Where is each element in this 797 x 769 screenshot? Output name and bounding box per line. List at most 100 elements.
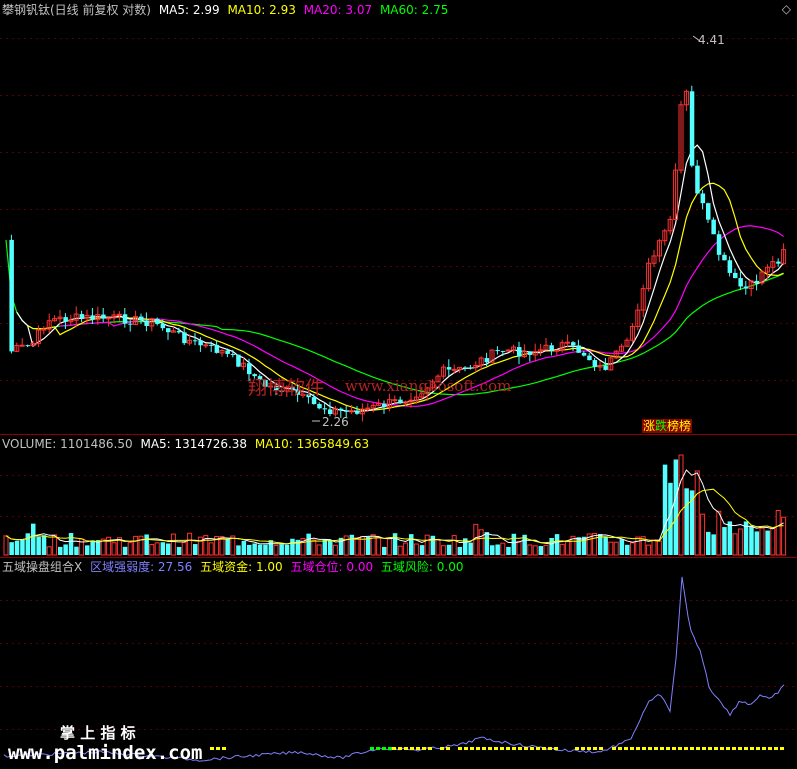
candle-body bbox=[727, 260, 733, 273]
candle-body bbox=[722, 254, 727, 261]
candle-body bbox=[355, 410, 360, 414]
signal-dot bbox=[654, 747, 658, 750]
volume-bar bbox=[20, 539, 25, 555]
candle-body bbox=[230, 353, 236, 355]
volume-bar bbox=[662, 464, 668, 555]
watermark-bottom-url: www.palmindex.com bbox=[8, 742, 203, 764]
volume-bar bbox=[376, 536, 382, 556]
signal-dot bbox=[470, 747, 474, 750]
ma5-polyline bbox=[16, 144, 785, 412]
volume-bar bbox=[170, 533, 176, 556]
signal-dot bbox=[542, 747, 546, 750]
volume-bar bbox=[506, 546, 511, 555]
watermark-bottom-cn: 掌 上 指 标 bbox=[60, 724, 136, 742]
volume-bar bbox=[706, 531, 711, 555]
volume-bar bbox=[306, 533, 311, 555]
candle-body bbox=[166, 328, 171, 333]
signal-dot bbox=[732, 747, 736, 750]
candle-body bbox=[176, 330, 182, 333]
candle-body bbox=[398, 399, 403, 404]
candle-body bbox=[155, 318, 160, 324]
volume-bar bbox=[419, 545, 425, 555]
signal-dot bbox=[506, 747, 510, 750]
volume-bar bbox=[613, 541, 619, 556]
volume-bar bbox=[559, 543, 565, 556]
volume-bar bbox=[592, 532, 598, 556]
volume-bar bbox=[41, 535, 47, 555]
volume-bar bbox=[31, 523, 36, 555]
volume-bar bbox=[236, 545, 241, 555]
signal-dot bbox=[648, 747, 652, 750]
signal-dot bbox=[512, 747, 516, 750]
volume-bar bbox=[3, 535, 9, 556]
volume-bar bbox=[365, 536, 371, 555]
signal-dot bbox=[593, 747, 597, 750]
volume-bar bbox=[187, 532, 193, 556]
candle-body bbox=[19, 344, 25, 347]
signal-dot bbox=[210, 747, 214, 750]
candle-body bbox=[25, 345, 31, 347]
diamond-icon[interactable]: ◇ bbox=[782, 2, 791, 16]
candle-body bbox=[527, 351, 533, 355]
stock-title: 攀钢钒钛(日线 前复权 对数) bbox=[2, 3, 151, 17]
volume-bar bbox=[311, 539, 317, 556]
candle-body bbox=[706, 203, 711, 220]
signal-dot bbox=[500, 747, 504, 750]
volume-bar bbox=[181, 542, 187, 556]
volume-bar bbox=[149, 544, 155, 556]
signal-dot bbox=[624, 747, 628, 750]
candle-body bbox=[182, 332, 187, 344]
candle-body bbox=[468, 367, 473, 369]
volume-bar bbox=[625, 544, 630, 555]
volume-bar bbox=[268, 540, 274, 555]
candle-body bbox=[505, 349, 511, 352]
signal-dot bbox=[446, 747, 450, 750]
signal-dot bbox=[388, 747, 392, 750]
volume-bar bbox=[343, 535, 349, 556]
volume-label: VOLUME: 1101486.50 bbox=[2, 437, 133, 451]
volume-bar bbox=[111, 542, 117, 556]
candle-body bbox=[90, 315, 95, 320]
candle-body bbox=[733, 272, 738, 279]
candle-body bbox=[451, 368, 457, 371]
volume-bar bbox=[678, 454, 684, 556]
ma60-label: MA60: 2.75 bbox=[379, 3, 449, 17]
candle-body bbox=[711, 219, 716, 235]
volume-bar bbox=[290, 538, 295, 555]
volume-bar bbox=[603, 536, 608, 555]
signal-dot bbox=[726, 747, 730, 750]
signal-dot bbox=[587, 747, 591, 750]
volume-bar bbox=[511, 533, 517, 555]
volume-bar bbox=[160, 542, 166, 555]
candle-body bbox=[571, 342, 576, 346]
volume-bar bbox=[490, 545, 495, 555]
volume-bar bbox=[154, 542, 160, 556]
volume-bar bbox=[435, 539, 441, 556]
volume-bar bbox=[451, 535, 457, 556]
candle-body bbox=[344, 410, 349, 412]
candle-body bbox=[193, 340, 198, 342]
rank-badge[interactable]: 涨跌榜榜 bbox=[642, 419, 693, 433]
candle-body bbox=[139, 316, 144, 321]
volume-bar bbox=[446, 544, 452, 555]
candle-body bbox=[495, 350, 500, 352]
volume-bar bbox=[754, 531, 760, 555]
signal-dot bbox=[422, 747, 426, 750]
volume-bar bbox=[397, 545, 403, 556]
volume-bar bbox=[386, 537, 392, 556]
volume-bar bbox=[732, 533, 738, 556]
signal-dot bbox=[216, 747, 220, 750]
signal-dot bbox=[702, 747, 706, 750]
volume-bar bbox=[770, 527, 776, 556]
signal-dot bbox=[636, 747, 640, 750]
volume-bar bbox=[673, 459, 679, 555]
volume-bar bbox=[90, 540, 95, 555]
candle-body bbox=[754, 280, 760, 283]
candle-body bbox=[101, 314, 106, 319]
volume-bar bbox=[737, 528, 743, 556]
signal-dot bbox=[714, 747, 718, 750]
volume-bar bbox=[651, 539, 657, 556]
candle-body bbox=[463, 367, 468, 369]
candle-body bbox=[203, 344, 209, 347]
candle-body bbox=[198, 340, 203, 346]
